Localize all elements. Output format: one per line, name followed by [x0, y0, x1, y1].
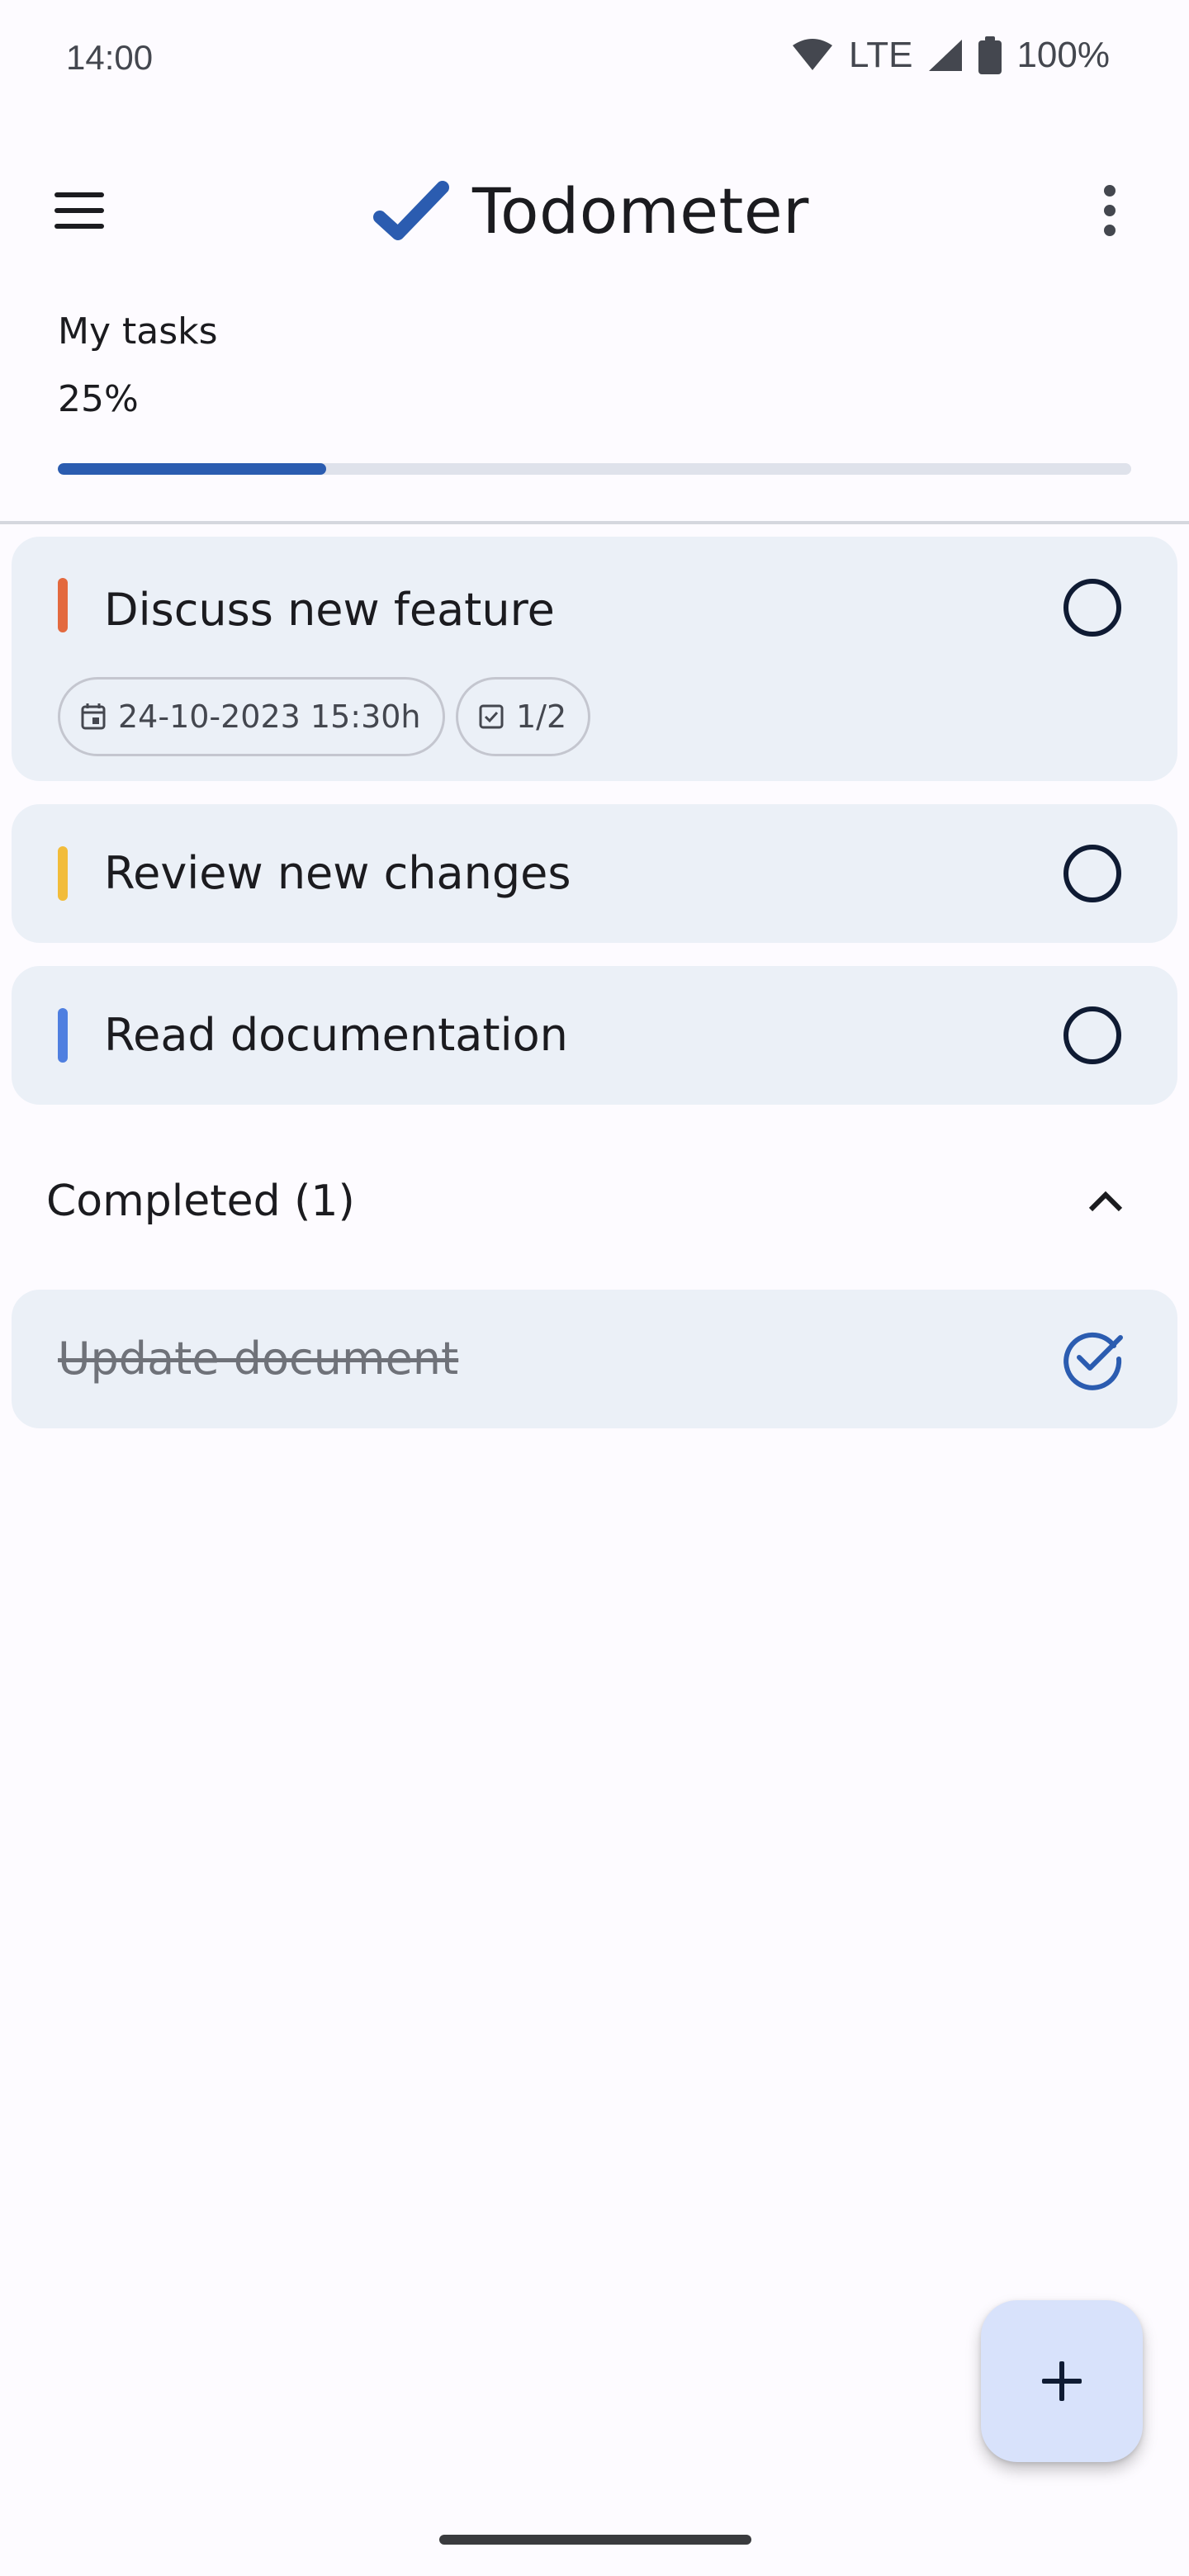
- task-card[interactable]: Read documentation: [12, 966, 1177, 1105]
- completed-task-card[interactable]: Update document: [12, 1290, 1177, 1428]
- battery-level: 100%: [1016, 35, 1110, 75]
- task-color-marker: [58, 578, 68, 632]
- task-title: Discuss new feature: [104, 584, 555, 636]
- collapse-completed-button[interactable]: [1068, 1164, 1143, 1238]
- circle-unchecked-icon: [1063, 845, 1121, 902]
- divider: [0, 521, 1189, 524]
- completed-label: Completed (1): [46, 1177, 355, 1226]
- check-circle-icon: [1063, 1332, 1123, 1390]
- checklist-chip[interactable]: 1/2: [456, 677, 591, 756]
- battery-icon: [978, 36, 1002, 74]
- app-title: Todometer: [472, 173, 809, 248]
- cell-signal-icon: [929, 40, 963, 71]
- progress-bar: [58, 463, 1131, 475]
- progress-section: My tasks 25%: [58, 307, 1131, 475]
- add-task-button[interactable]: [981, 2300, 1143, 2462]
- more-options-button[interactable]: [1070, 171, 1149, 250]
- checklist-icon: [479, 704, 504, 729]
- task-checkbox[interactable]: [1059, 840, 1126, 907]
- circle-unchecked-icon: [1063, 579, 1121, 637]
- checkmark-logo-icon: [373, 181, 449, 240]
- task-card[interactable]: Review new changes: [12, 804, 1177, 943]
- progress-percent: 25%: [58, 378, 139, 420]
- task-title: Review new changes: [104, 847, 571, 899]
- task-title: Read documentation: [104, 1009, 568, 1061]
- circle-unchecked-icon: [1063, 1006, 1121, 1064]
- task-checkbox-checked[interactable]: [1059, 1325, 1126, 1393]
- task-title: Update document: [58, 1333, 459, 1385]
- chevron-up-icon: [1088, 1191, 1123, 1212]
- due-date-text: 24-10-2023 15:30h: [118, 698, 421, 735]
- checklist-count: 1/2: [516, 698, 567, 735]
- status-indicators: LTE 100%: [791, 35, 1110, 76]
- status-bar: 14:00 LTE 100%: [0, 0, 1189, 116]
- task-color-marker: [58, 846, 68, 901]
- network-type: LTE: [849, 35, 913, 75]
- task-checkbox[interactable]: [1059, 1002, 1126, 1069]
- wifi-icon: [793, 39, 833, 70]
- app-title-group: Todometer: [373, 165, 809, 256]
- task-card[interactable]: Discuss new feature 24-10-2023 15:30h 1/…: [12, 537, 1177, 781]
- completed-section-header[interactable]: Completed (1): [0, 1156, 1189, 1247]
- progress-label: My tasks: [58, 310, 218, 353]
- task-checkbox[interactable]: [1059, 574, 1126, 642]
- task-color-marker: [58, 1008, 68, 1063]
- gesture-navigation-bar[interactable]: [439, 2535, 751, 2545]
- plus-icon: [1042, 2361, 1082, 2401]
- more-vertical-icon: [1104, 185, 1116, 236]
- hamburger-menu-icon: [54, 192, 104, 229]
- status-time: 14:00: [66, 38, 154, 77]
- calendar-icon: [81, 703, 106, 730]
- menu-button[interactable]: [40, 171, 119, 250]
- progress-bar-fill: [58, 463, 326, 475]
- app-bar: Todometer: [0, 149, 1189, 272]
- due-date-chip[interactable]: 24-10-2023 15:30h: [58, 677, 445, 756]
